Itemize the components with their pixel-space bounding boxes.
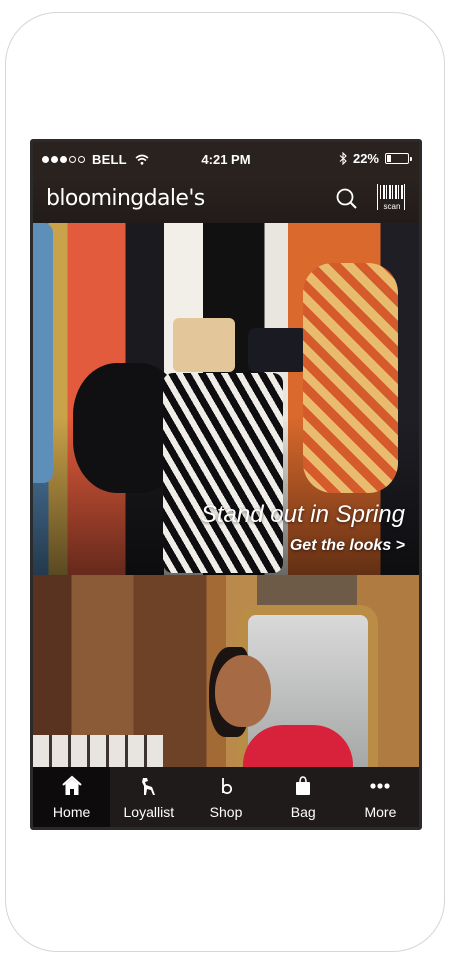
tab-label: Shop [209,804,243,820]
app-header: bloomingdale's scan [33,178,419,223]
shopping-bag-icon [296,776,311,795]
promo-photo-detail [33,735,163,767]
battery-icon [385,153,412,164]
hero-photo-detail [303,263,398,493]
hero-photo-detail [173,318,235,372]
status-bar: BELL 4:21 PM 22% [33,142,419,178]
dog-icon [141,778,155,795]
search-icon[interactable] [335,186,359,212]
tab-bag[interactable]: Bag [265,767,342,827]
tab-shop[interactable]: Shop [187,767,264,827]
battery-fill [387,155,392,162]
hero-cta-link[interactable]: Get the looks > [290,537,405,555]
app-screen: BELL 4:21 PM 22% bloomingdale's scan Sta… [30,139,422,830]
promo-photo-detail [215,655,271,727]
brand-logo[interactable]: bloomingdale's [46,186,205,211]
status-right: 22% [339,151,412,166]
tab-label: Bag [290,804,316,820]
tab-more[interactable]: More [342,767,419,827]
hero-photo-detail [33,223,53,483]
scan-label: scan [383,202,401,211]
hero-title: Stand out in Spring [200,501,405,528]
tab-home[interactable]: Home [33,767,111,827]
hero-banner[interactable]: Stand out in Spring Get the looks > [33,223,419,575]
hero-photo-detail [163,373,283,573]
bluetooth-icon [339,152,347,165]
secondary-promo-banner[interactable] [33,575,419,767]
tab-loyallist[interactable]: Loyallist [110,767,187,827]
barcode-bars [380,185,404,199]
tab-label: More [364,804,397,820]
scan-button[interactable]: scan [377,184,407,212]
battery-nub [410,157,412,161]
home-icon [61,775,82,795]
tab-label: Loyallist [123,804,175,820]
more-dots-icon [370,783,391,789]
tab-bar: Home Loyallist Shop Bag More [33,767,419,827]
tab-label: Home [52,804,91,820]
b-logo-icon [221,778,233,795]
battery-percent: 22% [352,151,379,166]
hero-photo-detail [248,328,308,372]
